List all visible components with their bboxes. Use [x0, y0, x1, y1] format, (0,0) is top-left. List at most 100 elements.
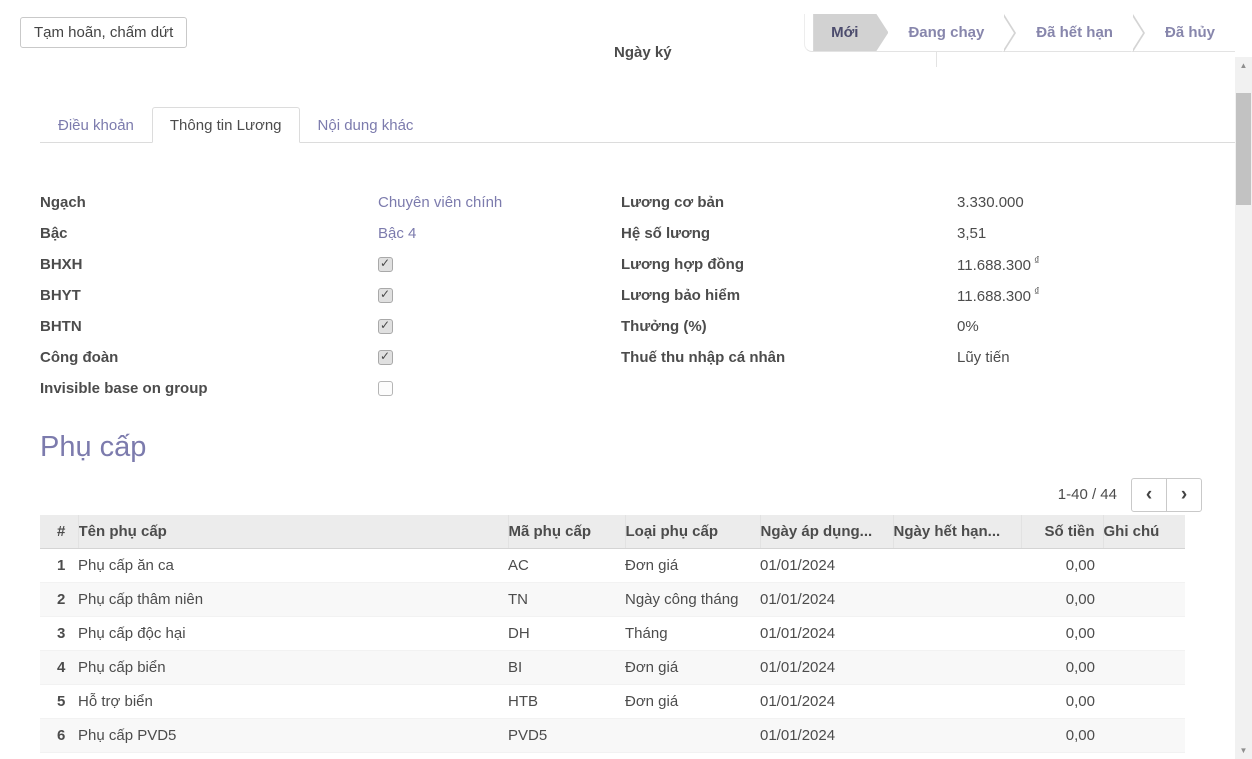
table-body: 1 Phụ cấp ăn ca AC Đơn giá 01/01/2024 0,…	[40, 548, 1185, 752]
status-step[interactable]: Đã hủy	[1133, 14, 1235, 51]
suspend-terminate-button[interactable]: Tạm hoãn, chấm dứt	[20, 17, 187, 48]
cell-amount: 0,00	[1021, 582, 1103, 616]
column-header[interactable]: Ngày hết hạn...	[893, 515, 1021, 549]
cell-amount: 0,00	[1021, 718, 1103, 752]
field-value: 3,51	[957, 225, 986, 242]
cell-note	[1103, 684, 1185, 718]
cell-index: 1	[40, 548, 78, 582]
pager-prev-button[interactable]: ‹	[1131, 478, 1167, 512]
field-label: BHTN	[40, 318, 378, 335]
notebook-tab[interactable]: Thông tin Lương	[152, 107, 300, 143]
checkbox[interactable]	[378, 381, 393, 396]
cell-amount: 0,00	[1021, 548, 1103, 582]
column-header[interactable]: Mã phụ cấp	[508, 515, 625, 549]
currency-symbol: ₫	[1034, 286, 1040, 298]
tab-label: Thông tin Lương	[170, 117, 282, 134]
allowance-table: # Tên phụ cấp Mã phụ cấp Loại phụ cấp Ng…	[40, 515, 1185, 753]
status-step-label: Đã hủy	[1165, 24, 1215, 41]
form-field-row: Lương cơ bản 3.330.000	[621, 187, 1202, 218]
column-header[interactable]: Số tiền	[1021, 515, 1103, 549]
cell-type: Đơn giá	[625, 650, 760, 684]
status-step[interactable]: Mới	[813, 14, 888, 51]
field-label: Thưởng (%)	[621, 318, 957, 335]
column-header[interactable]: Tên phụ cấp	[78, 515, 508, 549]
cell-note	[1103, 650, 1185, 684]
field-link-value[interactable]: Bậc 4	[378, 225, 416, 242]
field-value: 11.688.300₫	[957, 255, 1040, 274]
table-row[interactable]: 5 Hỗ trợ biển HTB Đơn giá 01/01/2024 0,0…	[40, 684, 1185, 718]
field-value: Lũy tiến	[957, 349, 1010, 366]
form-field-row: BHYT	[40, 280, 621, 311]
cell-index: 3	[40, 616, 78, 650]
cell-amount: 0,00	[1021, 650, 1103, 684]
cell-name: Phụ cấp ăn ca	[78, 548, 508, 582]
field-label: Hệ số lương	[621, 225, 957, 242]
topbar: Tạm hoãn, chấm dứt Ngày ký Mới Đang chạy…	[0, 0, 1252, 56]
table-row[interactable]: 2 Phụ cấp thâm niên TN Ngày công tháng 0…	[40, 582, 1185, 616]
checkbox[interactable]	[378, 288, 393, 303]
field-label: Công đoàn	[40, 349, 378, 366]
checkbox[interactable]	[378, 257, 393, 272]
cell-start-date: 01/01/2024	[760, 616, 893, 650]
cell-type	[625, 718, 760, 752]
cell-end-date	[893, 650, 1021, 684]
table-row[interactable]: 4 Phụ cấp biển BI Đơn giá 01/01/2024 0,0…	[40, 650, 1185, 684]
chevron-right-icon: ›	[1181, 484, 1187, 505]
cell-index: 2	[40, 582, 78, 616]
status-step[interactable]: Đã hết hạn	[1004, 14, 1133, 51]
form-field-row: Thưởng (%) 0%	[621, 311, 1202, 342]
cell-type: Ngày công tháng	[625, 582, 760, 616]
status-step[interactable]: Đang chạy	[888, 14, 1004, 51]
scroll-down-icon[interactable]: ▼	[1235, 742, 1252, 759]
table-row[interactable]: 6 Phụ cấp PVD5 PVD5 01/01/2024 0,00	[40, 718, 1185, 752]
field-label: Ngạch	[40, 194, 378, 211]
cell-start-date: 01/01/2024	[760, 582, 893, 616]
form-field-row: Hệ số lương 3,51	[621, 218, 1202, 249]
form-field-row: BHXH	[40, 249, 621, 280]
pager-range: 1-40 / 44	[1058, 486, 1117, 503]
column-header[interactable]: #	[40, 515, 78, 549]
form-field-row: Invisible base on group	[40, 373, 621, 404]
vertical-scrollbar[interactable]: ▲ ▼	[1235, 57, 1252, 759]
field-value: 11.688.300₫	[957, 286, 1040, 305]
field-label: Invisible base on group	[40, 380, 378, 397]
form-field-row: BHTN	[40, 311, 621, 342]
cell-name: Phụ cấp PVD5	[78, 718, 508, 752]
cell-index: 4	[40, 650, 78, 684]
field-label: Lương cơ bản	[621, 194, 957, 211]
column-header[interactable]: Ngày áp dụng...	[760, 515, 893, 549]
tab-label: Nội dung khác	[318, 117, 414, 134]
cell-start-date: 01/01/2024	[760, 718, 893, 752]
field-link-value[interactable]: Chuyên viên chính	[378, 194, 502, 211]
field-label: BHYT	[40, 287, 378, 304]
scrollbar-thumb[interactable]	[1236, 93, 1251, 205]
notebook-tab[interactable]: Nội dung khác	[300, 107, 432, 143]
cell-code: TN	[508, 582, 625, 616]
table-row[interactable]: 3 Phụ cấp độc hại DH Tháng 01/01/2024 0,…	[40, 616, 1185, 650]
cell-name: Phụ cấp biển	[78, 650, 508, 684]
field-label: Lương bảo hiểm	[621, 287, 957, 304]
scroll-up-icon[interactable]: ▲	[1235, 57, 1252, 74]
notebook-tab[interactable]: Điều khoản	[40, 107, 152, 143]
cell-type: Đơn giá	[625, 548, 760, 582]
cell-name: Phụ cấp độc hại	[78, 616, 508, 650]
column-header[interactable]: Loại phụ cấp	[625, 515, 760, 549]
status-step-label: Đã hết hạn	[1036, 24, 1113, 41]
pager: 1-40 / 44 ‹ ›	[0, 478, 1202, 512]
checkbox[interactable]	[378, 319, 393, 334]
cell-index: 5	[40, 684, 78, 718]
cell-note	[1103, 582, 1185, 616]
cell-note	[1103, 616, 1185, 650]
tab-label: Điều khoản	[58, 117, 134, 134]
cell-name: Hỗ trợ biển	[78, 684, 508, 718]
cell-code: BI	[508, 650, 625, 684]
ngay-ky-field-label: Ngày ký	[614, 44, 672, 61]
column-header[interactable]: Ghi chú	[1103, 515, 1185, 549]
checkbox[interactable]	[378, 350, 393, 365]
cell-end-date	[893, 616, 1021, 650]
table-row[interactable]: 1 Phụ cấp ăn ca AC Đơn giá 01/01/2024 0,…	[40, 548, 1185, 582]
field-label: Lương hợp đồng	[621, 256, 957, 273]
pager-next-button[interactable]: ›	[1166, 478, 1202, 512]
form-field-row: Bậc Bậc 4	[40, 218, 621, 249]
cell-type: Tháng	[625, 616, 760, 650]
